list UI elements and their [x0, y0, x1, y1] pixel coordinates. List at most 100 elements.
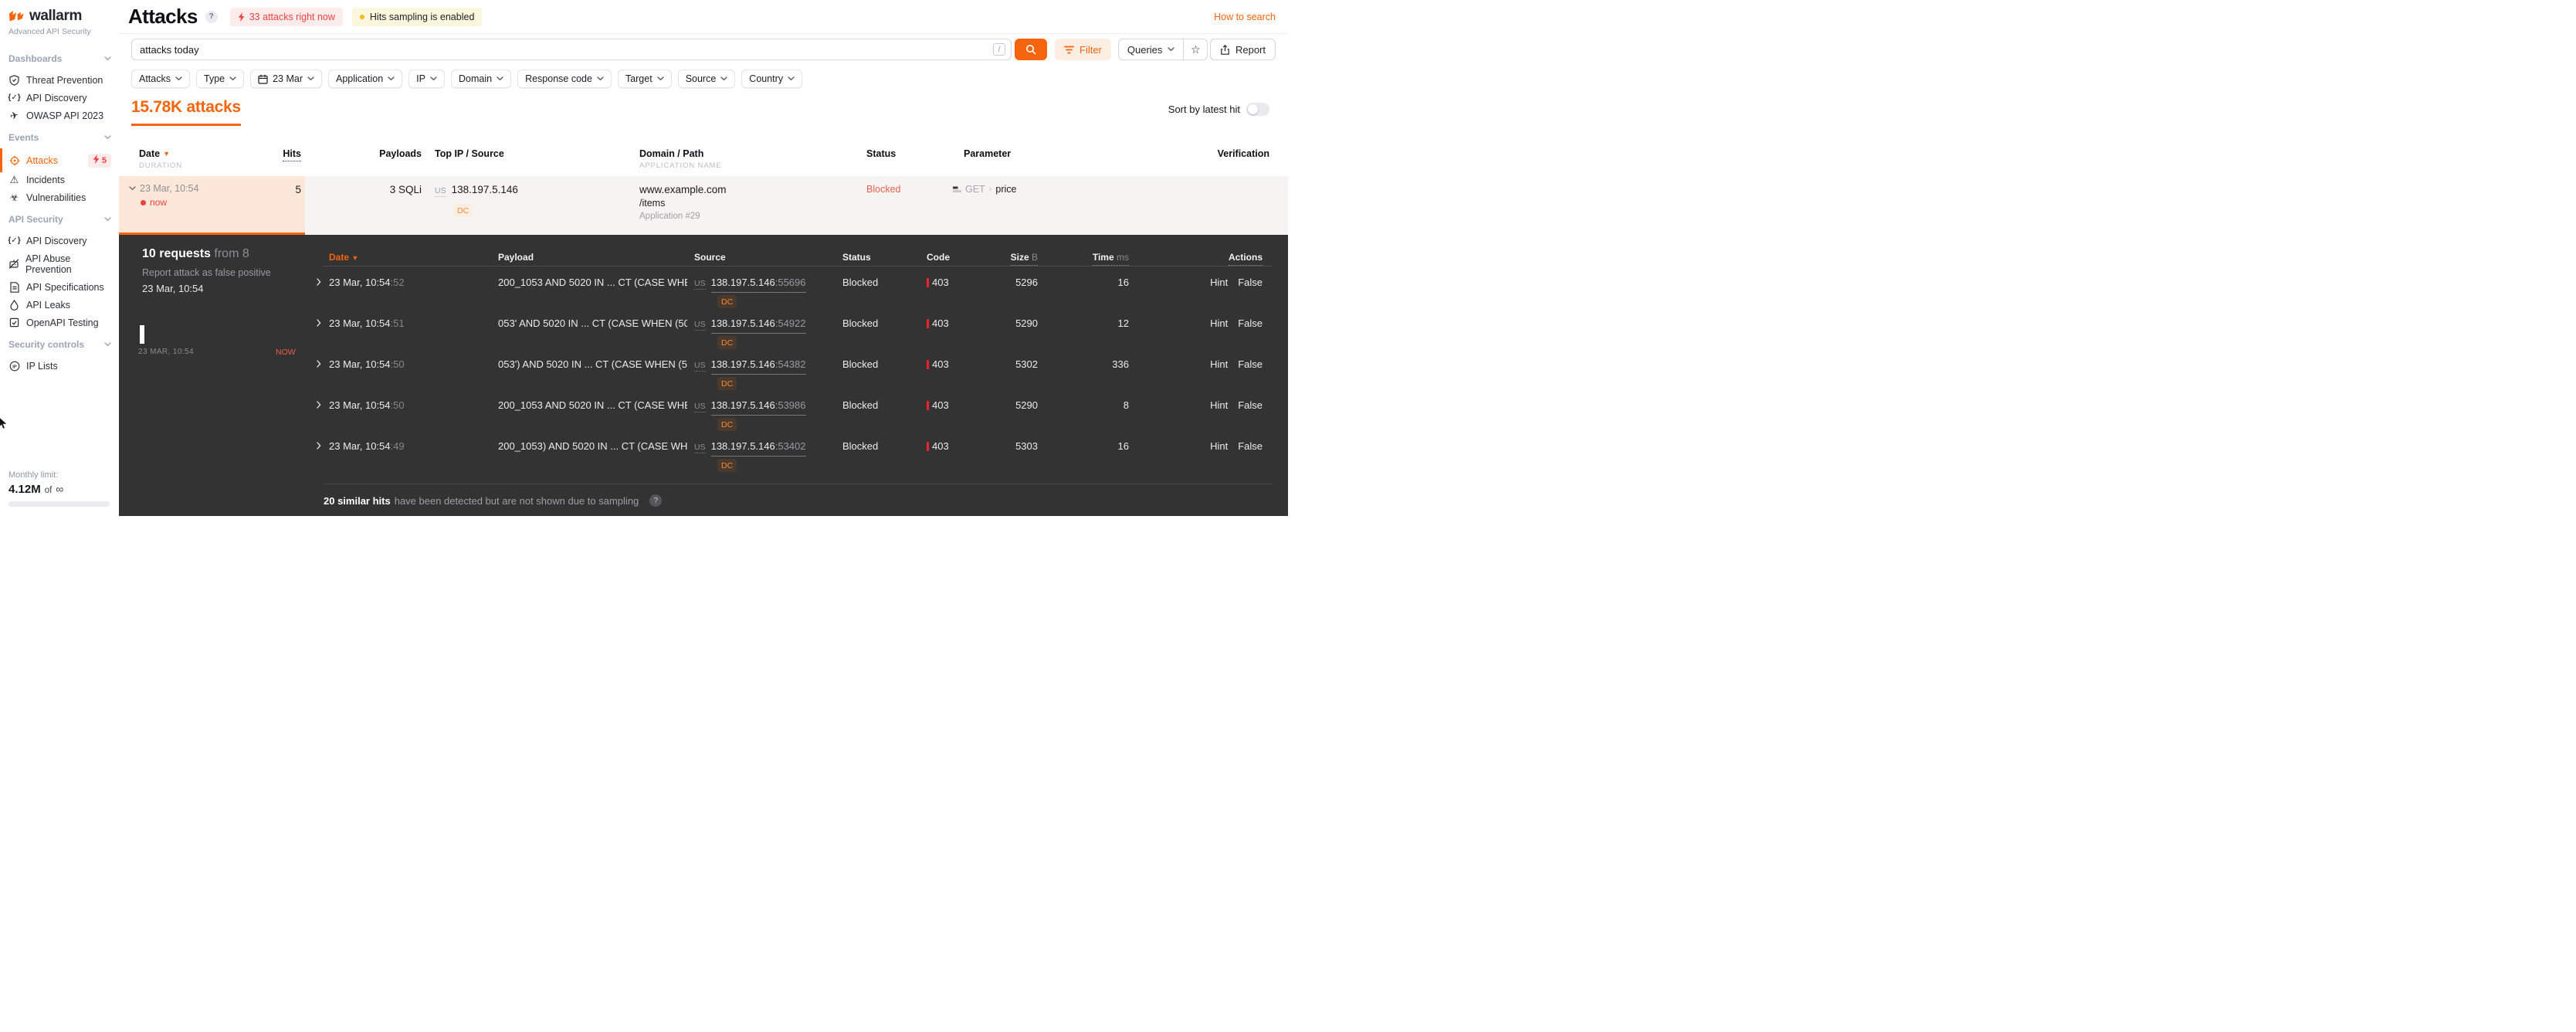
how-to-search-link[interactable]: How to search: [1214, 12, 1276, 22]
false-action[interactable]: False: [1238, 277, 1263, 288]
droplet-icon: [8, 299, 20, 311]
sidebar-item-api-discovery[interactable]: {✓} API Discovery: [8, 89, 111, 107]
sidebar-item-attacks[interactable]: Attacks 5: [0, 148, 111, 172]
sort-by-latest-label: Sort by latest hit: [1168, 104, 1240, 115]
target-icon: [8, 155, 20, 166]
detail-column-code: Code: [927, 252, 950, 263]
datacenter-badge[interactable]: DC: [717, 459, 737, 472]
request-ip[interactable]: 138.197.5.146:53402: [710, 440, 806, 457]
request-payload[interactable]: 053') AND 5020 IN ... CT (CASE WHEN (50: [498, 358, 687, 370]
filter-chip-ip[interactable]: IP: [408, 70, 445, 88]
attack-row-expanded[interactable]: 23 Mar, 10:54 now 5 3 SQLi US 138.197.5.…: [119, 176, 1288, 235]
chevron-right-icon[interactable]: [317, 358, 321, 370]
filter-chip-attacks[interactable]: Attacks: [131, 70, 190, 88]
hint-action[interactable]: Hint: [1210, 358, 1228, 370]
sampling-help-icon[interactable]: ?: [649, 494, 663, 507]
braces-icon: {✓}: [8, 236, 21, 245]
request-ip[interactable]: 138.197.5.146:54382: [710, 358, 806, 375]
datacenter-badge[interactable]: DC: [717, 295, 737, 308]
sidebar-item-api-leaks[interactable]: API Leaks: [8, 296, 111, 314]
column-header-date[interactable]: Date ▼: [139, 148, 170, 159]
request-ip[interactable]: 138.197.5.146:54922: [710, 317, 806, 334]
filter-chip-source[interactable]: Source: [677, 70, 736, 88]
attack-source[interactable]: US 138.197.5.146: [435, 184, 518, 197]
sidebar-item-owasp-api-2023[interactable]: ✈ OWASP API 2023: [8, 107, 111, 124]
sidebar-item-label: OWASP API 2023: [26, 110, 104, 121]
detail-column-date[interactable]: Date ▼: [329, 252, 358, 263]
search-box[interactable]: /: [131, 39, 1012, 60]
hint-action[interactable]: Hint: [1210, 399, 1228, 411]
filter-chip-application[interactable]: Application: [328, 70, 403, 88]
hint-action[interactable]: Hint: [1210, 277, 1228, 288]
filter-chip-domain[interactable]: Domain: [450, 70, 512, 88]
sidebar-section-api-security[interactable]: API Security: [8, 214, 111, 225]
filter-button[interactable]: Filter: [1055, 39, 1111, 60]
request-source: US 138.197.5.146:54382: [694, 358, 806, 375]
request-row[interactable]: 23 Mar, 10:54:50 053') AND 5020 IN ... CT…: [119, 354, 1288, 395]
search-input[interactable]: [140, 43, 993, 56]
request-payload[interactable]: 200_1053) AND 5020 IN ... CT (CASE WHE..…: [498, 440, 687, 452]
sidebar-item-vulnerabilities[interactable]: ☣ Vulnerabilities: [8, 188, 111, 206]
filter-chip-23-mar[interactable]: 23 Mar: [250, 70, 323, 88]
filter-chip-type[interactable]: Type: [196, 70, 245, 88]
svg-text:IP: IP: [12, 365, 17, 369]
sidebar-item-openapi-testing[interactable]: OpenAPI Testing: [8, 314, 111, 331]
attacks-count-badge: 5: [87, 153, 111, 168]
request-row[interactable]: 23 Mar, 10:54:51 053' AND 5020 IN ... CT …: [119, 313, 1288, 354]
chevron-right-icon[interactable]: [317, 399, 321, 411]
sidebar-item-api-discovery[interactable]: {✓} API Discovery: [8, 232, 111, 250]
false-action[interactable]: False: [1238, 399, 1263, 411]
detail-column-size[interactable]: Size B: [991, 252, 1038, 266]
filter-chip-response-code[interactable]: Response code: [517, 70, 612, 88]
datacenter-badge[interactable]: DC: [717, 336, 737, 349]
detail-column-time[interactable]: Time ms: [1075, 252, 1129, 266]
attack-ip[interactable]: 138.197.5.146: [452, 184, 518, 195]
chevron-down-icon[interactable]: [129, 186, 136, 191]
hint-action[interactable]: Hint: [1210, 317, 1228, 329]
column-header-hits[interactable]: Hits: [247, 148, 301, 161]
attacks-table-header: Date ▼ DURATION Hits Payloads Top IP / So…: [119, 148, 1288, 176]
search-button[interactable]: [1015, 39, 1047, 60]
request-payload[interactable]: 053' AND 5020 IN ... CT (CASE WHEN (50 .…: [498, 317, 687, 329]
filter-chip-target[interactable]: Target: [617, 70, 672, 88]
sidebar-item-ip-lists[interactable]: IP IP Lists: [8, 357, 111, 375]
request-ip[interactable]: 138.197.5.146:55696: [710, 277, 806, 293]
datacenter-badge[interactable]: DC: [717, 377, 737, 390]
report-button[interactable]: Report: [1209, 39, 1276, 60]
false-action[interactable]: False: [1238, 317, 1263, 329]
sort-by-latest-toggle[interactable]: [1246, 103, 1269, 116]
filter-chip-country[interactable]: Country: [741, 70, 803, 88]
datacenter-badge[interactable]: DC: [717, 418, 737, 431]
sidebar-section-security-controls[interactable]: Security controls: [8, 339, 111, 350]
sidebar-item-api-abuse-prevention[interactable]: API Abuse Prevention: [8, 250, 111, 278]
datacenter-badge[interactable]: DC: [453, 204, 473, 217]
help-icon[interactable]: ?: [205, 10, 218, 23]
sidebar-item-api-specifications[interactable]: API Specifications: [8, 278, 111, 296]
false-action[interactable]: False: [1238, 440, 1263, 452]
sidebar-section-events[interactable]: Events: [8, 132, 111, 143]
attacks-now-badge[interactable]: 33 attacks right now: [229, 7, 343, 26]
queries-button[interactable]: Queries: [1119, 39, 1184, 59]
sidebar-section-dashboards[interactable]: Dashboards: [8, 53, 111, 64]
sidebar-item-incidents[interactable]: ⚠ Incidents: [8, 171, 111, 188]
request-date: 23 Mar, 10:54:50: [329, 358, 405, 370]
sidebar-item-label: API Specifications: [26, 281, 104, 293]
chevron-right-icon[interactable]: [317, 317, 321, 329]
attack-payloads[interactable]: 3 SQLi: [344, 184, 422, 195]
favorite-star-icon[interactable]: ☆: [1184, 39, 1207, 59]
detail-rows: 23 Mar, 10:54:52 200_1053 AND 5020 IN ...…: [119, 272, 1288, 477]
chevron-right-icon[interactable]: [317, 440, 321, 452]
status-code-bar-icon: [927, 441, 929, 451]
detail-column-actions[interactable]: Actions: [1208, 252, 1263, 266]
request-payload[interactable]: 200_1053 AND 5020 IN ... CT (CASE WHEN..…: [498, 277, 687, 288]
chevron-right-icon[interactable]: [317, 277, 321, 288]
hint-action[interactable]: Hint: [1210, 440, 1228, 452]
false-action[interactable]: False: [1238, 358, 1263, 370]
request-payload[interactable]: 200_1053 AND 5020 IN ... CT (CASE WHEN..…: [498, 399, 687, 411]
sidebar-item-threat-prevention[interactable]: Threat Prevention: [8, 71, 111, 89]
request-row[interactable]: 23 Mar, 10:54:52 200_1053 AND 5020 IN ...…: [119, 272, 1288, 313]
request-ip[interactable]: 138.197.5.146:53986: [710, 399, 806, 416]
request-row[interactable]: 23 Mar, 10:54:50 200_1053 AND 5020 IN ...…: [119, 395, 1288, 436]
logo[interactable]: wallarm: [8, 8, 119, 25]
request-row[interactable]: 23 Mar, 10:54:49 200_1053) AND 5020 IN ..…: [119, 436, 1288, 477]
